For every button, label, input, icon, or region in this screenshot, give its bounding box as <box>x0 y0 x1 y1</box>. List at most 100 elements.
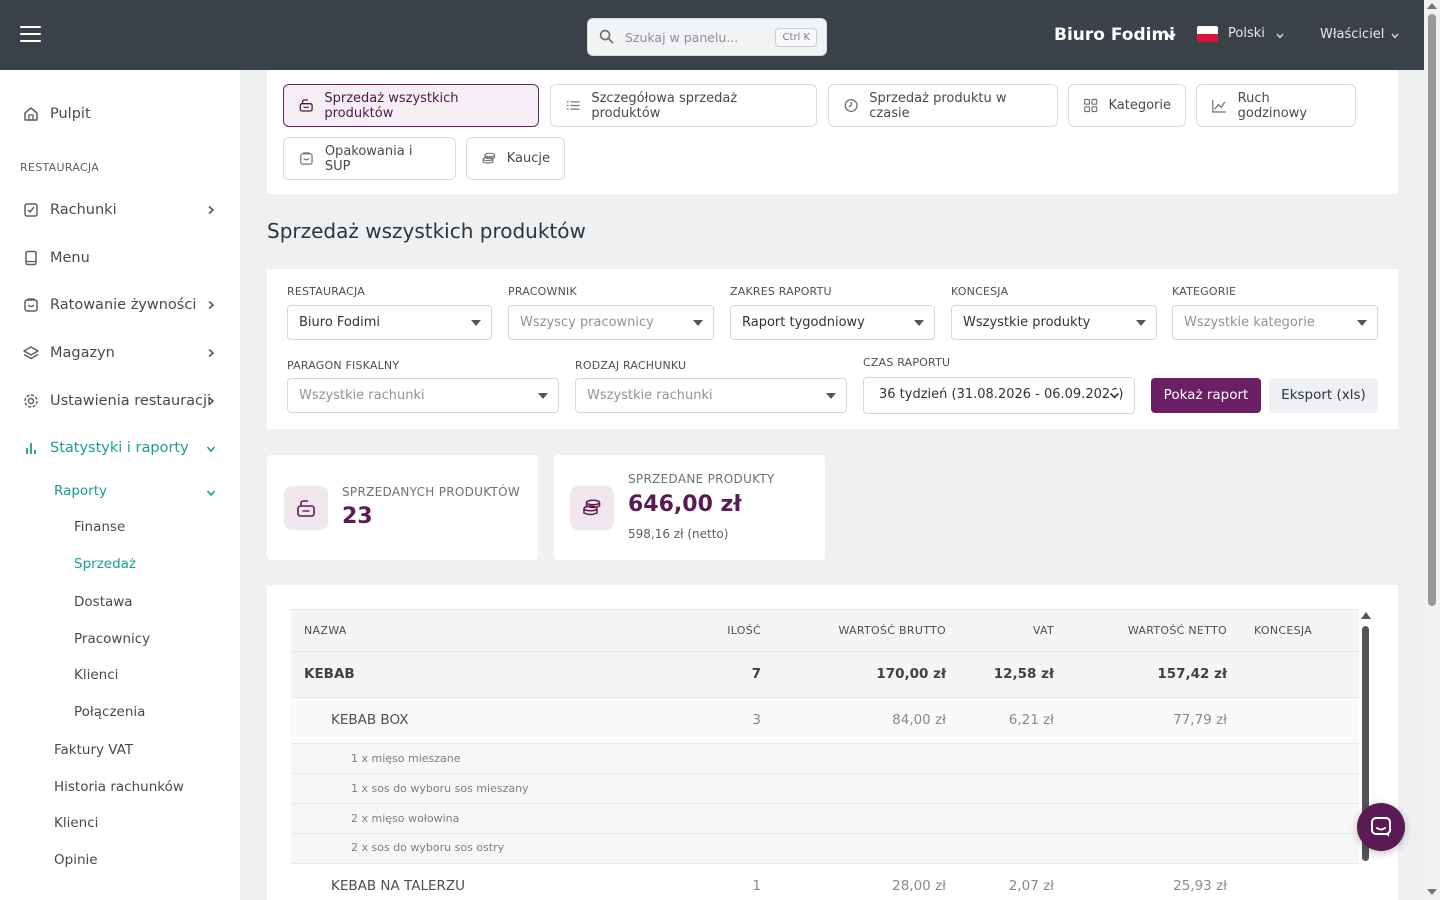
filter-label-time: CZAS RAPORTU <box>863 356 951 369</box>
tab-product-sales-over-time[interactable]: Sprzedaż produktu w czasie <box>828 84 1058 127</box>
sidebar-item-bill-history[interactable]: Historia rachunków <box>54 779 184 795</box>
cell-net: 25,93 zł <box>1173 878 1227 894</box>
chevron-right-icon[interactable] <box>206 396 216 406</box>
filter-label-bill-type: RODZAJ RACHUNKU <box>575 359 687 372</box>
chevron-right-icon[interactable] <box>206 205 216 215</box>
sidebar-item-restaurant-settings[interactable]: Ustawienia restauracji <box>22 392 211 410</box>
table-row[interactable]: KEBAB 7 170,00 zł 12,58 zł 157,42 zł <box>291 652 1359 698</box>
page-scrollbar[interactable] <box>1424 0 1440 900</box>
cell-quantity: 3 <box>752 712 761 728</box>
sidebar-item-reports[interactable]: Raporty <box>54 483 107 499</box>
stat-label: SPRZEDANE PRODUKTY <box>628 472 775 486</box>
cell-name: KEBAB NA TALERZU <box>331 878 466 894</box>
tab-label: Opakowania i SUP <box>324 143 413 174</box>
col-gross[interactable]: WARTOŚĆ BRUTTO <box>838 624 946 637</box>
stat-value: 23 <box>342 504 373 529</box>
sidebar-subitem-finance[interactable]: Finanse <box>74 519 125 535</box>
select-placeholder: Wszystkie kategorie <box>1184 315 1315 330</box>
layers-icon <box>23 346 39 360</box>
table-row[interactable]: KEBAB NA TALERZU 1 28,00 zł 2,07 zł 25,9… <box>291 864 1359 900</box>
chevron-right-icon[interactable] <box>206 300 216 310</box>
col-vat[interactable]: VAT <box>1033 624 1054 637</box>
caret-down-icon <box>914 320 924 326</box>
stat-label: SPRZEDANYCH PRODUKTÓW <box>342 485 521 499</box>
package-icon <box>300 152 313 165</box>
sidebar-item-menu[interactable]: Menu <box>22 249 90 267</box>
sold-count-card: SPRZEDANYCH PRODUKTÓW 23 <box>267 455 538 560</box>
sidebar-item-statistics[interactable]: Statystyki i raporty <box>22 439 189 457</box>
cell-gross: 28,00 zł <box>892 878 946 894</box>
sidebar-item-vat-invoices[interactable]: Faktury VAT <box>54 742 133 758</box>
scrollbar-thumb[interactable] <box>1428 14 1436 606</box>
sidebar-item-label: Magazyn <box>50 345 115 361</box>
bar-chart-icon <box>26 443 36 454</box>
tab-hourly-traffic[interactable]: Ruch godzinowy <box>1196 84 1356 127</box>
poland-flag-icon[interactable] <box>1197 26 1218 42</box>
sidebar-subitem-clients[interactable]: Klienci <box>74 667 118 683</box>
report-range-select[interactable]: Raport tygodniowy <box>730 305 935 340</box>
sidebar-item-label: Menu <box>50 250 90 266</box>
search-input[interactable]: Szukaj w panelu... Ctrl K <box>587 18 827 56</box>
report-time-select[interactable]: 36 tydzień (31.08.2026 - 06.09.2026) <box>863 377 1135 414</box>
sales-table: NAZWA ILOŚĆ WARTOŚĆ BRUTTO VAT WARTOŚĆ N… <box>267 585 1398 900</box>
scroll-up-arrow[interactable] <box>1427 3 1437 9</box>
bill-type-select[interactable]: Wszystkie rachunki <box>575 378 847 413</box>
chevron-down-icon[interactable] <box>1390 31 1400 41</box>
sidebar-item-label: Pulpit <box>50 106 91 122</box>
grid-icon <box>1084 98 1098 113</box>
col-net[interactable]: WARTOŚĆ NETTO <box>1128 624 1227 637</box>
chevron-right-icon[interactable] <box>206 348 216 358</box>
page-title: Sprzedaż wszystkich produktów <box>267 219 586 243</box>
sidebar-subitem-delivery[interactable]: Dostawa <box>74 594 133 610</box>
tab-label: Ruch godzinowy <box>1237 90 1308 121</box>
sidebar-item-warehouse[interactable]: Magazyn <box>22 344 115 362</box>
sidebar-item-label: Statystyki i raporty <box>50 440 189 456</box>
concession-select[interactable]: Wszystkie produkty <box>951 305 1157 340</box>
sidebar-item-customers[interactable]: Klienci <box>54 815 98 831</box>
receipt-icon <box>24 203 38 217</box>
chat-support-button[interactable] <box>1357 803 1405 851</box>
scroll-down-arrow[interactable] <box>1427 889 1437 895</box>
sidebar-item-dashboard[interactable]: Pulpit <box>22 105 91 123</box>
export-xls-button[interactable]: Eksport (xls) <box>1269 378 1378 413</box>
language-selector[interactable]: Polski <box>1228 26 1265 41</box>
tab-deposits[interactable]: Kaucje <box>466 137 565 180</box>
caret-down-icon <box>1136 320 1146 326</box>
sidebar-item-bills[interactable]: Rachunki <box>22 201 117 219</box>
tab-categories[interactable]: Kategorie <box>1068 84 1186 127</box>
chevron-down-icon[interactable] <box>206 488 216 498</box>
coins-icon <box>482 152 496 164</box>
col-name[interactable]: NAZWA <box>304 624 347 637</box>
sidebar-subitem-connections[interactable]: Połączenia <box>74 704 145 720</box>
cell-vat: 6,21 zł <box>1008 712 1054 728</box>
tab-detailed-sales[interactable]: Szczegółowa sprzedaż produktów <box>550 84 817 127</box>
cell-vat: 12,58 zł <box>993 666 1054 682</box>
user-role-menu[interactable]: Właściciel <box>1320 27 1384 42</box>
filter-label-concession: KONCESJA <box>951 285 1009 298</box>
sidebar-subitem-sales[interactable]: Sprzedaż <box>74 556 136 572</box>
table-row[interactable]: KEBAB BOX 3 84,00 zł 6,21 zł 77,79 zł <box>291 698 1359 744</box>
filter-label-restaurant: RESTAURACJA <box>287 285 366 298</box>
chevron-down-icon[interactable] <box>1165 30 1177 42</box>
employee-select[interactable]: Wszyscy pracownicy <box>508 305 714 340</box>
restaurant-select[interactable]: Biuro Fodimi <box>287 305 492 340</box>
fiscal-receipt-select[interactable]: Wszystkie rachunki <box>287 378 559 413</box>
venue-selector[interactable]: Biuro Fodimi <box>1054 25 1175 45</box>
sidebar-item-reviews[interactable]: Opinie <box>54 852 98 868</box>
chevron-down-icon[interactable] <box>206 444 216 454</box>
tab-label: Kaucje <box>506 151 550 166</box>
show-report-button[interactable]: Pokaż raport <box>1151 378 1261 413</box>
categories-select[interactable]: Wszystkie kategorie <box>1172 305 1378 340</box>
sidebar-item-food-rescue[interactable]: Ratowanie żywności <box>22 296 196 314</box>
col-quantity[interactable]: ILOŚĆ <box>727 624 761 637</box>
menu-icon[interactable] <box>20 26 41 42</box>
sidebar-subitem-employees[interactable]: Pracownicy <box>74 631 150 647</box>
sidebar-item-label: Ustawienia restauracji <box>50 393 212 409</box>
table-header: NAZWA ILOŚĆ WARTOŚĆ BRUTTO VAT WARTOŚĆ N… <box>291 609 1359 652</box>
tab-packaging[interactable]: Opakowania i SUP <box>283 137 456 180</box>
gear-icon <box>24 394 38 408</box>
tab-all-products-sales[interactable]: Sprzedaż wszystkich produktów <box>283 84 539 127</box>
table-scroll-up-arrow[interactable] <box>1361 612 1371 619</box>
col-concession[interactable]: KONCESJA <box>1254 624 1312 637</box>
chevron-down-icon[interactable] <box>1275 31 1285 41</box>
